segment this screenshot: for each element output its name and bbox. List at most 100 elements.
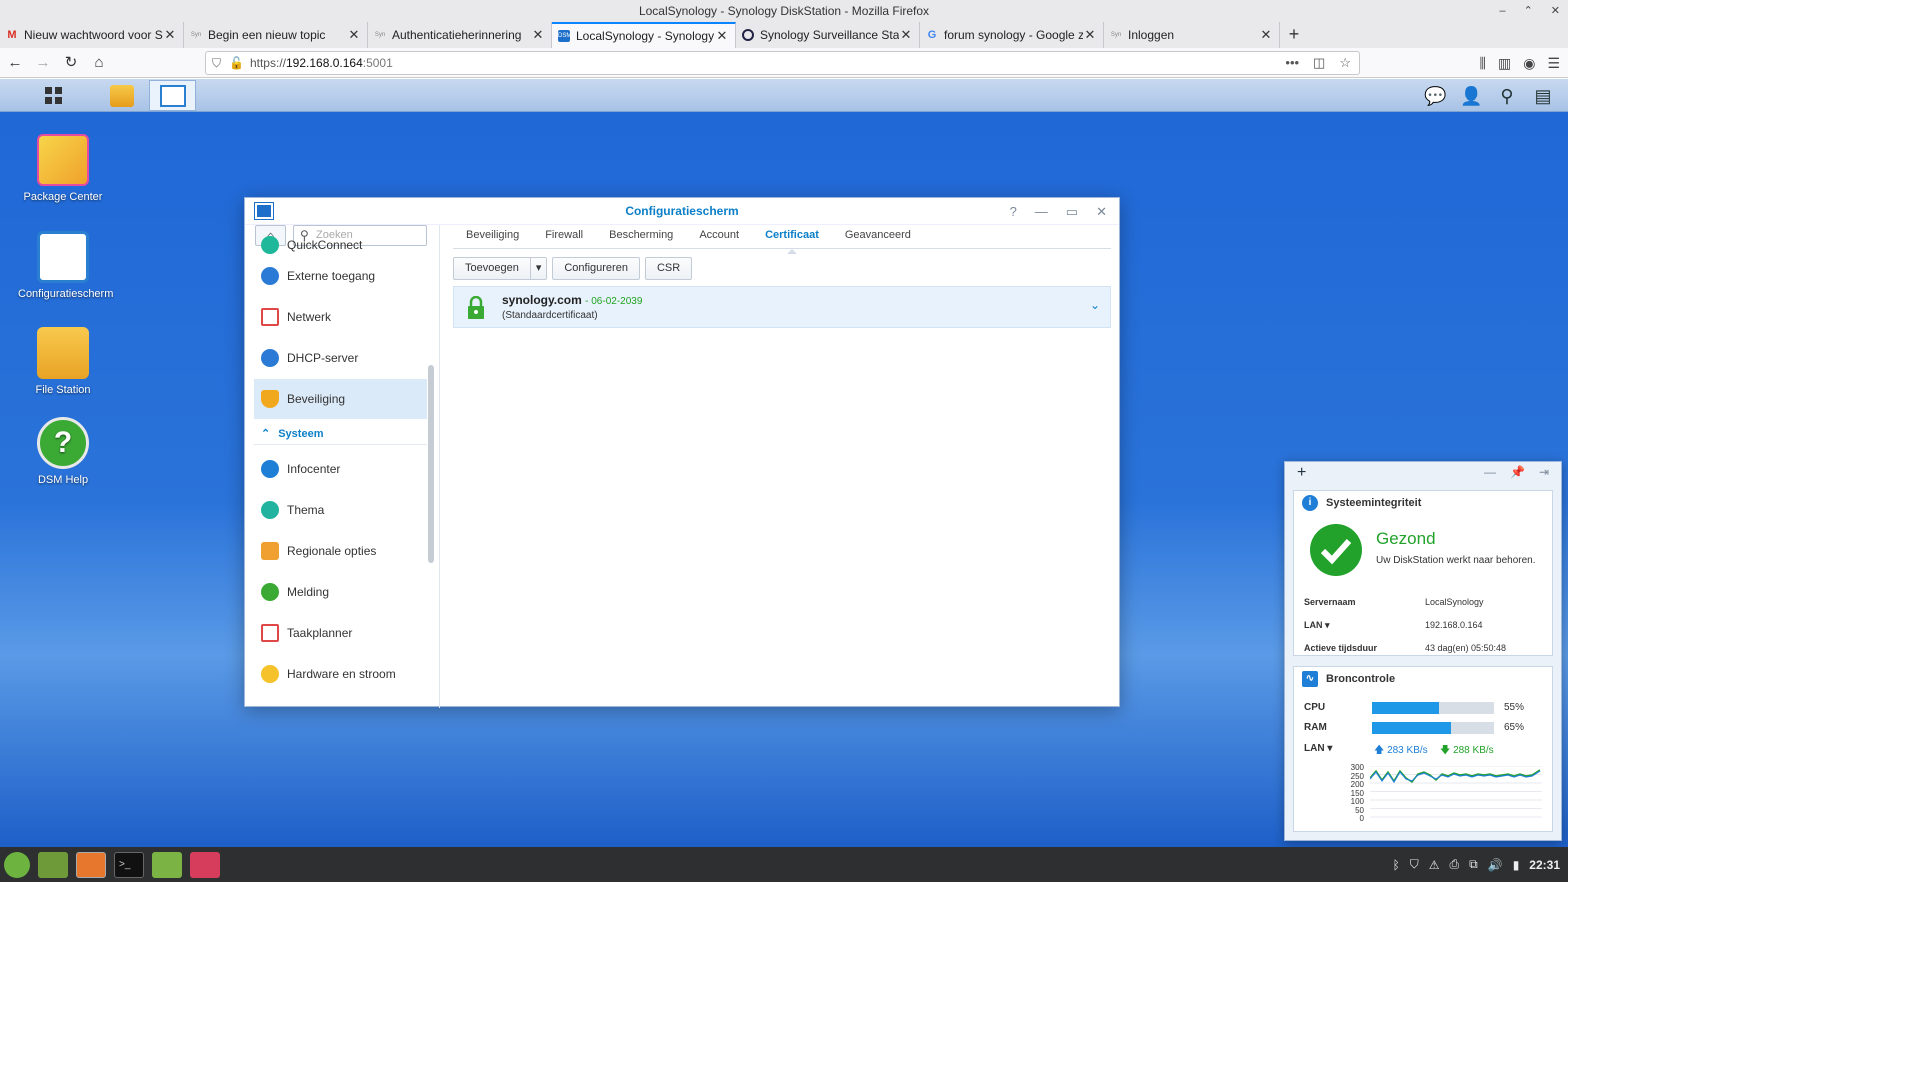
page-actions-icon[interactable]: ••• (1285, 55, 1299, 71)
user-icon[interactable]: 👤 (1460, 85, 1482, 107)
battery-icon[interactable]: ▮ (1513, 858, 1520, 872)
sidebar-item-beveiliging[interactable]: Beveiliging (254, 379, 427, 419)
sidebar-group-systeem[interactable]: ⌃ Systeem (254, 423, 427, 445)
sidebar-item-netwerk[interactable]: Netwerk (254, 297, 427, 337)
sidebar-item-externe-toegang[interactable]: Externe toegang (254, 256, 427, 296)
add-button[interactable]: Toevoegen (453, 257, 530, 280)
pocket-icon[interactable]: ◫ (1313, 55, 1325, 71)
printer-icon[interactable]: ⎙ (1450, 857, 1460, 872)
browser-tab[interactable]: Syn Begin een nieuw topic ✕ (184, 22, 368, 48)
chevron-down-icon[interactable]: ⌄ (1090, 298, 1100, 312)
sidebar-item-thema[interactable]: Thema (254, 490, 427, 530)
close-tab-icon[interactable]: ✕ (1083, 27, 1097, 43)
new-tab-button[interactable]: + (1280, 22, 1308, 48)
shield-icon[interactable]: ⛉ (1410, 857, 1419, 872)
desktop-icon-package-center[interactable]: Package Center (18, 134, 108, 204)
browser-tab[interactable]: Syn Inloggen ✕ (1104, 22, 1280, 48)
certificate-row[interactable]: synology.com - 06-02-2039 (Standaardcert… (453, 286, 1111, 328)
reload-icon[interactable]: ↻ (58, 50, 84, 76)
resource-monitor-title: Broncontrole (1326, 673, 1396, 685)
forward-icon[interactable]: → (30, 50, 56, 76)
sidebar-scrollbar[interactable] (428, 365, 434, 563)
sidebar-item-taakplanner[interactable]: Taakplanner (254, 613, 427, 653)
system-health-widget: i Systeemintegriteit Gezond Uw DiskStatio… (1293, 490, 1553, 656)
csr-button[interactable]: CSR (644, 257, 693, 280)
search-icon[interactable]: ⚲ (1496, 85, 1518, 107)
certificate-expiry: - 06-02-2039 (585, 296, 643, 307)
maximize-icon[interactable]: ▭ (1066, 198, 1078, 225)
url-bar[interactable]: ⛉ 🔓 https://192.168.0.164:5001 ••• ◫ ☆ (205, 51, 1360, 75)
account-icon[interactable]: ◉ (1523, 55, 1535, 72)
close-tab-icon[interactable]: ✕ (163, 27, 177, 43)
calendar-icon (261, 624, 279, 642)
photos-icon[interactable] (190, 851, 220, 878)
restore-icon[interactable]: ⌃ (1524, 0, 1533, 22)
minimize-icon[interactable]: – (1499, 0, 1505, 22)
cpu-label: CPU (1304, 702, 1326, 713)
desktop-icon-dsm-help[interactable]: ? DSM Help (18, 417, 108, 487)
sidebar-item-hardware-en-stroom[interactable]: Hardware en stroom (254, 654, 427, 694)
cpu-bar (1372, 702, 1494, 714)
volume-icon[interactable]: 🔊 (1488, 858, 1503, 872)
firefox-icon[interactable] (76, 851, 106, 878)
main-menu-button[interactable] (30, 80, 77, 111)
control-panel-taskbar-button[interactable] (149, 80, 196, 111)
tab-firewall[interactable]: Firewall (532, 225, 596, 248)
info-icon (261, 460, 279, 478)
sidebar-item-melding[interactable]: Melding (254, 572, 427, 612)
bluetooth-icon[interactable]: ᛒ (1393, 858, 1400, 872)
minimize-icon[interactable]: — (1484, 465, 1496, 479)
close-tab-icon[interactable]: ✕ (1259, 27, 1273, 43)
tab-beveiliging[interactable]: Beveiliging (453, 225, 532, 248)
sidebar-icon[interactable]: ▥ (1498, 55, 1511, 72)
library-icon[interactable]: ⫼ (1480, 55, 1486, 72)
add-dropdown-button[interactable]: ▾ (529, 257, 548, 280)
close-tab-icon[interactable]: ✕ (715, 28, 729, 44)
back-icon[interactable]: ← (2, 50, 28, 76)
add-widget-icon[interactable]: + (1297, 464, 1306, 482)
sidebar-item-regionale-opties[interactable]: Regionale opties (254, 531, 427, 571)
control-panel-window: Configuratiescherm ? — ▭ ✕ ⌂ ⚲Zoeken QuickC… (244, 197, 1120, 708)
widget-panel: + — 📌 ⇥ i Systeemintegriteit Gezond Uw Disk… (1284, 461, 1562, 841)
collapse-panel-icon[interactable]: ⇥ (1539, 465, 1549, 479)
warning-icon[interactable]: ⚠ (1429, 858, 1440, 872)
lan-dropdown[interactable]: LAN ▾ (1304, 620, 1330, 631)
tab-bescherming[interactable]: Bescherming (596, 225, 686, 248)
sidebar-item-dhcp-server[interactable]: DHCP-server (254, 338, 427, 378)
show-desktop-icon[interactable] (38, 851, 68, 878)
tab-account[interactable]: Account (686, 225, 752, 248)
pin-icon[interactable]: 📌 (1510, 465, 1525, 479)
terminal-icon[interactable]: >_ (114, 851, 144, 878)
menu-icon[interactable]: ☰ (1547, 55, 1560, 72)
browser-tab-active[interactable]: DSM LocalSynology - Synology D ✕ (552, 22, 736, 48)
mint-menu-icon[interactable] (4, 851, 30, 878)
lan-dropdown[interactable]: LAN ▾ (1304, 743, 1332, 754)
package-center-taskbar-button[interactable] (98, 80, 145, 111)
close-tab-icon[interactable]: ✕ (347, 27, 361, 43)
browser-tab[interactable]: Synology Surveillance Stati ✕ (736, 22, 920, 48)
browser-tab[interactable]: Syn Authenticatieherinnering ✕ (368, 22, 552, 48)
help-icon[interactable]: ? (1010, 198, 1017, 225)
home-icon[interactable]: ⌂ (86, 50, 112, 76)
close-tab-icon[interactable]: ✕ (899, 27, 913, 43)
close-icon[interactable]: ✕ (1096, 198, 1107, 225)
network-icon[interactable]: ⧉ (1469, 857, 1478, 872)
sidebar-item-infocenter[interactable]: Infocenter (254, 449, 427, 489)
chat-icon[interactable]: 💬 (1424, 85, 1446, 107)
sidebar-item-quickconnect[interactable]: QuickConnect (254, 235, 427, 255)
browser-tab[interactable]: Gforum synology - Google zo ✕ (920, 22, 1104, 48)
minimize-icon[interactable]: — (1035, 198, 1048, 225)
widgets-icon[interactable]: ▤ (1532, 85, 1554, 107)
desktop-icon-file-station[interactable]: File Station (18, 327, 108, 397)
desktop-icon-control-panel[interactable]: Configuratiescherm (18, 231, 113, 301)
close-tab-icon[interactable]: ✕ (531, 27, 545, 43)
bookmark-star-icon[interactable]: ☆ (1339, 55, 1351, 71)
lan-ip-value: 192.168.0.164 (1425, 620, 1483, 630)
browser-tab[interactable]: M Nieuw wachtwoord voor Sy ✕ (0, 22, 184, 48)
clock[interactable]: 22:31 (1529, 858, 1560, 872)
close-icon[interactable]: ✕ (1551, 0, 1560, 22)
tab-geavanceerd[interactable]: Geavanceerd (832, 225, 924, 248)
files-icon[interactable] (152, 851, 182, 878)
configure-button[interactable]: Configureren (552, 257, 640, 280)
tab-certificaat[interactable]: Certificaat (752, 225, 832, 254)
